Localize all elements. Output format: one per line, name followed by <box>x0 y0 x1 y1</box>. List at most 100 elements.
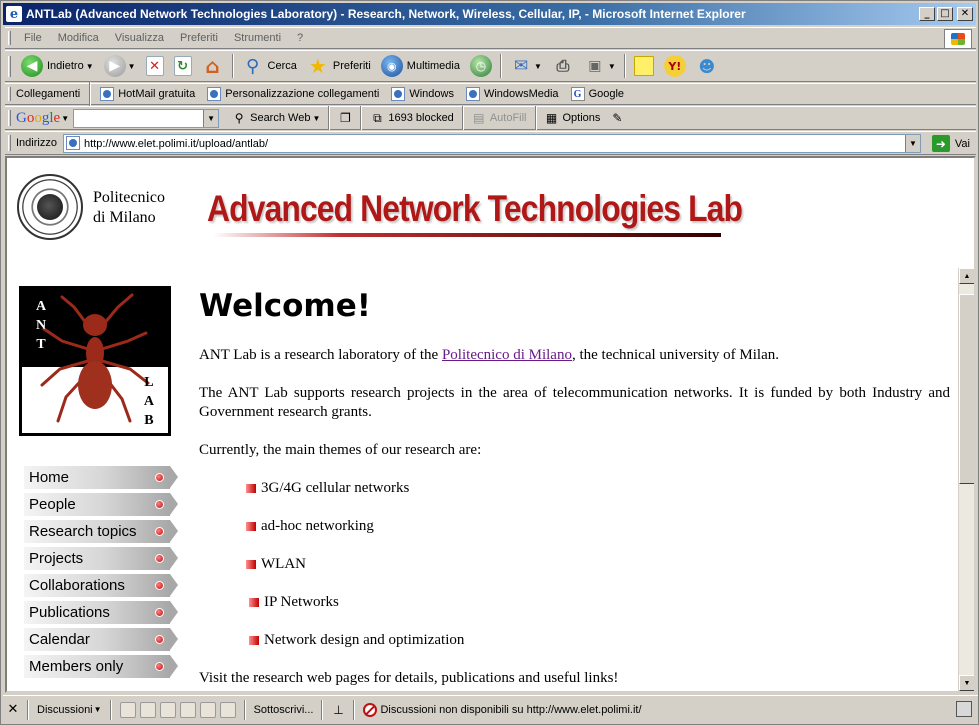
discussion-tool-icons <box>116 701 240 718</box>
nav-collaborations[interactable]: Collaborations <box>24 574 178 597</box>
home-button[interactable]: ⌂ <box>197 53 229 79</box>
discussions-menu-button[interactable]: Discussioni ▼ <box>33 704 106 716</box>
menu-file[interactable]: File <box>16 32 50 44</box>
edit-button[interactable]: ▣ ▼ <box>579 53 621 79</box>
page-info-icon: ❐ <box>339 111 351 125</box>
back-button[interactable]: ◀ Indietro ▼ <box>16 53 99 79</box>
nav-projects[interactable]: Projects <box>24 547 178 570</box>
print-button[interactable]: ⎙ <box>547 53 579 79</box>
messenger-button[interactable]: ☻ <box>691 53 723 79</box>
discussion-separator <box>353 699 356 720</box>
blocked-count: 1693 blocked <box>388 112 454 124</box>
vertical-scrollbar[interactable]: ▲ ▼ <box>958 268 974 691</box>
pencil-icon: ✎ <box>612 111 623 125</box>
options-button[interactable]: ▦ Options <box>540 111 606 125</box>
note-icon <box>633 56 654 76</box>
nav-people[interactable]: People <box>24 493 178 516</box>
links-grip[interactable] <box>8 87 11 101</box>
search-web-dropdown-icon[interactable]: ▼ <box>312 114 320 123</box>
forward-dropdown-icon[interactable]: ▼ <box>128 62 136 71</box>
scroll-down-arrow-icon[interactable]: ▼ <box>959 675 974 691</box>
google-logo-button[interactable]: Google <box>16 110 60 127</box>
list-item: 3G/4G cellular networks <box>246 479 950 498</box>
back-dropdown-icon[interactable]: ▼ <box>86 62 94 71</box>
google-search-input[interactable]: ▼ <box>73 108 220 128</box>
combo-arrow-icon[interactable]: ▼ <box>203 109 219 127</box>
forward-button[interactable]: ▶ ▼ <box>99 53 141 79</box>
expand-icon[interactable] <box>159 701 176 718</box>
close-button[interactable]: ✕ <box>957 7 973 21</box>
google-grip[interactable] <box>8 110 11 126</box>
nav-research-topics[interactable]: Research topics <box>24 520 178 543</box>
go-button[interactable]: ➜ Vai <box>931 135 970 152</box>
address-dropdown-icon[interactable]: ▼ <box>905 135 920 152</box>
maximize-button[interactable]: □ <box>937 7 953 21</box>
url-text[interactable]: http://www.elet.polimi.it/upload/antlab/ <box>84 138 268 150</box>
link-windowsmedia[interactable]: WindowsMedia <box>460 87 565 101</box>
links-label: Collegamenti <box>16 88 81 100</box>
refresh-icon: ↻ <box>173 56 192 76</box>
pagerank-button[interactable]: ❐ <box>333 111 357 125</box>
collapse-icon[interactable] <box>179 701 196 718</box>
reply-icon[interactable] <box>139 701 156 718</box>
address-input[interactable]: http://www.elet.polimi.it/upload/antlab/… <box>63 134 921 153</box>
go-arrow-icon: ➜ <box>931 135 950 152</box>
google-g-icon: G <box>570 87 585 101</box>
favorites-button[interactable]: ★ Preferiti <box>302 53 376 79</box>
menu-strumenti[interactable]: Strumenti <box>226 32 289 44</box>
nav-members-only[interactable]: Members only <box>24 655 178 678</box>
new-discussion-icon[interactable] <box>119 701 136 718</box>
link-personalize[interactable]: Personalizzazione collegamenti <box>201 87 385 101</box>
discussions-label: Discussioni <box>37 703 93 716</box>
search-button[interactable]: ⚲ Cerca <box>237 53 302 79</box>
menu-modifica[interactable]: Modifica <box>50 32 107 44</box>
scroll-up-arrow-icon[interactable]: ▲ <box>959 268 974 284</box>
nav-calendar[interactable]: Calendar <box>24 628 178 651</box>
google-dropdown-icon[interactable]: ▼ <box>61 114 69 123</box>
search-web-button[interactable]: ⚲ Search Web ▼ <box>227 111 325 125</box>
autofill-button[interactable]: ▤ AutoFill <box>467 111 532 125</box>
menu-visualizza[interactable]: Visualizza <box>107 32 172 44</box>
media-button[interactable]: ◉ Multimedia <box>376 53 465 79</box>
pane-toggle-button[interactable]: ⊥ <box>327 703 349 717</box>
media-label: Multimedia <box>406 60 460 72</box>
nav-publications[interactable]: Publications <box>24 601 178 624</box>
yahoo-button[interactable]: Y! <box>659 53 691 79</box>
menu-help[interactable]: ? <box>289 32 311 44</box>
link-label: WindowsMedia <box>483 88 559 100</box>
links-bar: Collegamenti HotMail gratuita Personaliz… <box>5 82 976 106</box>
close-discussion-icon[interactable]: ✕ <box>3 702 23 717</box>
polimi-link[interactable]: Politecnico di Milano <box>442 347 572 363</box>
subscribe-button[interactable]: Sottoscrivi... <box>250 704 318 716</box>
previous-icon[interactable] <box>199 701 216 718</box>
link-google[interactable]: G Google <box>565 87 630 101</box>
minimize-button[interactable]: _ <box>919 7 935 21</box>
ie-window: e ANTLab (Advanced Network Technologies … <box>0 0 979 725</box>
edit-dropdown-icon[interactable]: ▼ <box>608 62 616 71</box>
mail-button[interactable]: ✉ ▼ <box>505 53 547 79</box>
mail-dropdown-icon[interactable]: ▼ <box>534 62 542 71</box>
stop-button[interactable]: ✕ <box>141 53 169 79</box>
menu-preferiti[interactable]: Preferiti <box>172 32 226 44</box>
link-hotmail[interactable]: HotMail gratuita <box>94 87 201 101</box>
highlight-button[interactable]: ✎ <box>605 111 629 125</box>
link-windows[interactable]: Windows <box>385 87 460 101</box>
link-label: Windows <box>409 88 454 100</box>
popup-blocker-button[interactable]: ⧉ 1693 blocked <box>365 111 458 125</box>
toolbar-grip[interactable] <box>8 55 11 77</box>
nav-home[interactable]: Home <box>24 466 178 489</box>
discuss-button[interactable] <box>629 53 659 79</box>
discussion-status-text: Discussioni non disponibili su http://ww… <box>380 703 642 716</box>
standard-toolbar: ◀ Indietro ▼ ▶ ▼ ✕ ↻ ⌂ ⚲ Cerca ★ Preferi… <box>5 50 976 82</box>
history-icon: ◷ <box>469 55 492 77</box>
menubar-grip[interactable] <box>8 31 11 45</box>
refresh-button[interactable]: ↻ <box>169 53 197 79</box>
discussion-separator <box>109 699 112 720</box>
google-separator <box>360 106 363 130</box>
history-button[interactable]: ◷ <box>465 53 497 79</box>
page-viewport: Politecnico di Milano Advanced Network T… <box>5 156 976 693</box>
address-grip[interactable] <box>8 135 11 151</box>
ie-icon[interactable]: e <box>6 6 22 22</box>
next-icon[interactable] <box>219 701 236 718</box>
scrollbar-thumb[interactable] <box>959 294 974 484</box>
